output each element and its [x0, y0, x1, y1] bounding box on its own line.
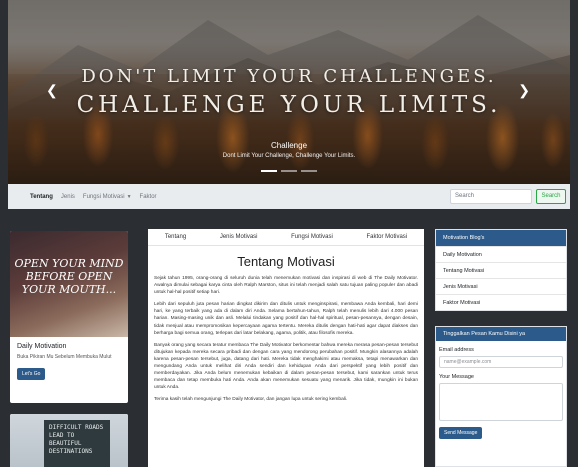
sidebar-list: Motivation Blog's Daily Motivation Tenta… [435, 229, 567, 311]
article-title: Tentang Motivasi [237, 254, 335, 269]
sidebar-item-daily-motivation[interactable]: Daily Motivation [436, 246, 566, 262]
nav-link-jenis[interactable]: Jenis [61, 194, 75, 200]
page: DON'T LIMIT YOUR CHALLENGES. CHALLENGE Y… [0, 0, 578, 467]
message-textarea[interactable] [439, 383, 563, 421]
article-paragraph: Banyak orang yang secara teratur membaca… [154, 342, 418, 391]
sidebar-item-faktor[interactable]: Faktor Motivasi [436, 294, 566, 310]
motivation-image: OPEN YOUR MIND BEFORE OPEN YOUR MOUTH... [10, 231, 128, 337]
carousel-indicators [8, 170, 570, 172]
carousel-indicator[interactable] [281, 170, 297, 172]
daily-motivation-card: OPEN YOUR MIND BEFORE OPEN YOUR MOUTH...… [10, 231, 128, 403]
navbar: Tentang Jenis Fungsi Motivasi ▼ Faktor Se… [8, 184, 570, 209]
caret-down-icon: ▼ [126, 193, 132, 200]
sidebar-item-tentang[interactable]: Tentang Motivasi [436, 262, 566, 278]
sidebar-item-jenis[interactable]: Jenis Motivasi [436, 278, 566, 294]
main-content: Tentang Jenis Motivasi Fungsi Motivasi F… [148, 229, 424, 467]
tab-jenis-motivasi[interactable]: Jenis Motivasi [220, 234, 258, 240]
search-input[interactable]: Search [450, 189, 532, 204]
hero-carousel: DON'T LIMIT YOUR CHALLENGES. CHALLENGE Y… [8, 0, 570, 184]
chevron-right-icon[interactable]: ❯ [518, 82, 530, 99]
hero-quote-line1: DON'T LIMIT YOUR CHALLENGES. [81, 66, 497, 87]
email-field[interactable]: name@example.com [439, 356, 563, 368]
nav-link-faktor[interactable]: Faktor [140, 194, 157, 200]
carousel-caption-title: Challenge [270, 141, 308, 150]
nav-dropdown-label: Fungsi Motivasi [82, 193, 125, 200]
tab-fungsi-motivasi[interactable]: Fungsi Motivasi [291, 234, 333, 240]
carousel-indicator[interactable] [261, 170, 277, 172]
form-header: Tinggalkan Pesan Kamu Disini ya [436, 327, 566, 341]
chevron-left-icon[interactable]: ❮ [46, 82, 58, 99]
nav-dropdown-fungsi[interactable]: Fungsi Motivasi ▼ [83, 194, 132, 200]
tab-tentang[interactable]: Tentang [165, 234, 186, 240]
search-button[interactable]: Search [536, 189, 566, 204]
content-tabs: Tentang Jenis Motivasi Fungsi Motivasi F… [148, 229, 424, 246]
carousel-caption-text: Dont Limit Your Challenge, Challenge You… [222, 153, 356, 159]
message-form: Tinggalkan Pesan Kamu Disini ya Email ad… [435, 326, 567, 467]
nav-link-tentang[interactable]: Tentang [30, 194, 53, 200]
lets-go-button[interactable]: Let's Go [17, 368, 46, 380]
carousel-indicator[interactable] [301, 170, 317, 172]
send-message-button[interactable]: Send Message [439, 427, 483, 439]
image-quote-text: OPEN YOUR MIND BEFORE OPEN YOUR MOUTH... [14, 257, 124, 296]
second-motivation-card: DIFFICULT ROADS LEAD TO BEAUTIFUL DESTIN… [10, 414, 128, 467]
article-paragraph: Lebih dari sepuluh juta pesan harian din… [154, 302, 418, 336]
image-sign-text: DIFFICULT ROADS LEAD TO BEAUTIFUL DESTIN… [44, 420, 110, 467]
card-text: Buka Pikiran Mu Sebelum Membuka Mulut [17, 354, 112, 360]
article-paragraph: Sejak tahun 1995, orang-orang di seluruh… [154, 276, 418, 296]
hero-quote-line2: CHALLENGE YOUR LIMITS. [76, 92, 502, 118]
card-title: Daily Motivation [17, 343, 67, 350]
sidebar-item-blogs[interactable]: Motivation Blog's [436, 230, 566, 246]
email-label: Email address [439, 347, 474, 353]
card-body: Daily Motivation Buka Pikiran Mu Sebelum… [10, 337, 128, 386]
tab-faktor-motivasi[interactable]: Faktor Motivasi [366, 234, 407, 240]
article-paragraph: Terima kasih telah mengunjungi The Daily… [154, 397, 348, 403]
message-label: Your Message [439, 374, 474, 380]
motivation-image-2: DIFFICULT ROADS LEAD TO BEAUTIFUL DESTIN… [10, 414, 128, 467]
